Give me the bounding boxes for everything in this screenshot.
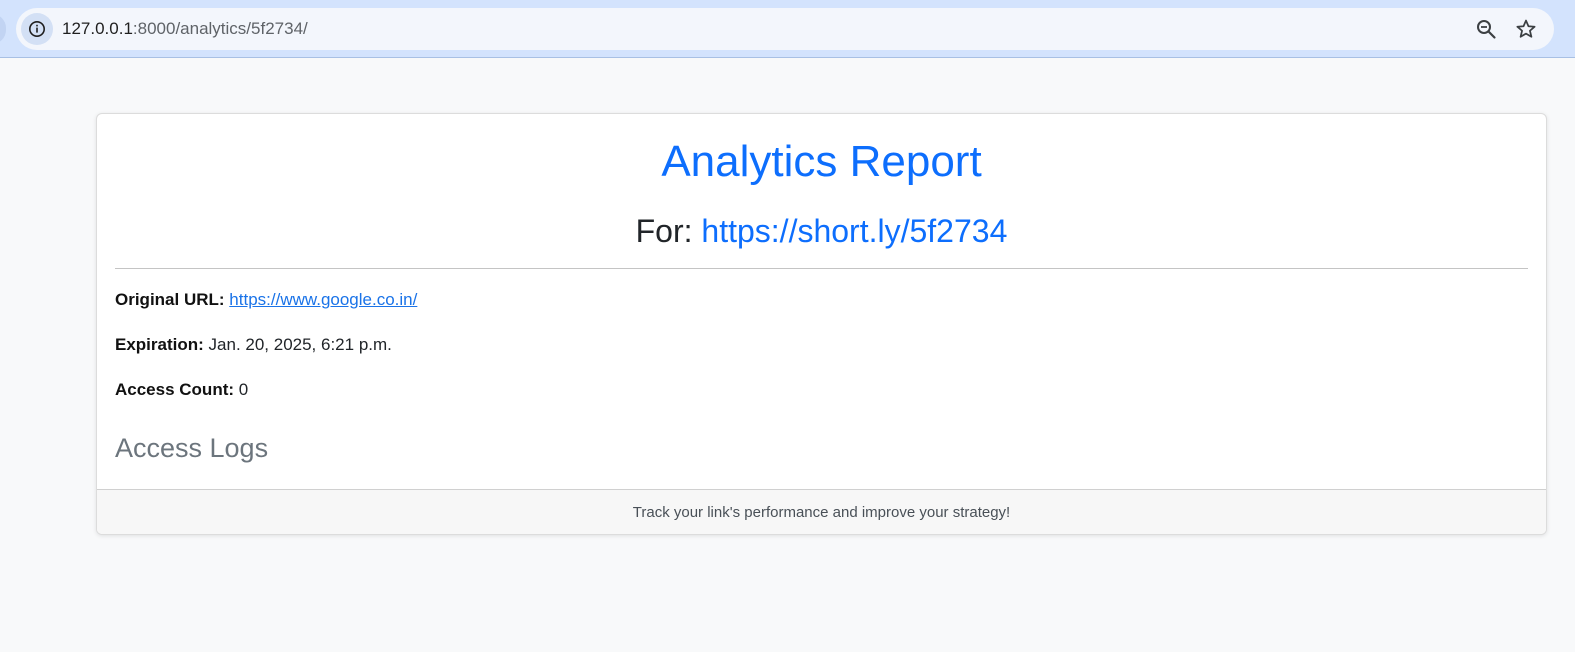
card-footer: Track your link's performance and improv… — [97, 489, 1546, 534]
site-info-icon[interactable] — [21, 13, 53, 45]
expiration-row: Expiration: Jan. 20, 2025, 6:21 p.m. — [115, 333, 392, 357]
access-logs-heading: Access Logs — [115, 433, 269, 463]
url-path: :8000/analytics/5f2734/ — [132, 19, 308, 38]
for-label: For: — [635, 213, 693, 249]
divider — [115, 268, 1528, 269]
access-count-value: 0 — [238, 380, 249, 399]
original-url-row: Original URL: https://www.google.co.in/ — [115, 288, 417, 312]
expiration-label: Expiration: — [115, 335, 204, 354]
zoom-icon[interactable] — [1474, 17, 1498, 41]
tab-edge — [0, 14, 6, 44]
url-text[interactable]: 127.0.0.1:8000/analytics/5f2734/ — [62, 19, 308, 39]
analytics-card: Analytics Report For: https://short.ly/5… — [96, 113, 1547, 535]
report-subtitle: For: https://short.ly/5f2734 — [97, 210, 1546, 252]
access-count-label: Access Count: — [115, 380, 235, 399]
browser-toolbar: 127.0.0.1:8000/analytics/5f2734/ — [0, 0, 1575, 58]
access-count-row: Access Count: 0 — [115, 378, 248, 402]
short-url: https://short.ly/5f2734 — [701, 213, 1008, 249]
card-body: Analytics Report For: https://short.ly/5… — [97, 114, 1546, 489]
original-url-link[interactable]: https://www.google.co.in/ — [229, 290, 417, 309]
url-host: 127.0.0.1 — [62, 19, 133, 38]
star-icon[interactable] — [1514, 17, 1538, 41]
expiration-value: Jan. 20, 2025, 6:21 p.m. — [208, 335, 392, 354]
page-title: Analytics Report — [661, 137, 982, 186]
address-bar[interactable]: 127.0.0.1:8000/analytics/5f2734/ — [16, 8, 1554, 50]
original-url-label: Original URL: — [115, 290, 225, 309]
